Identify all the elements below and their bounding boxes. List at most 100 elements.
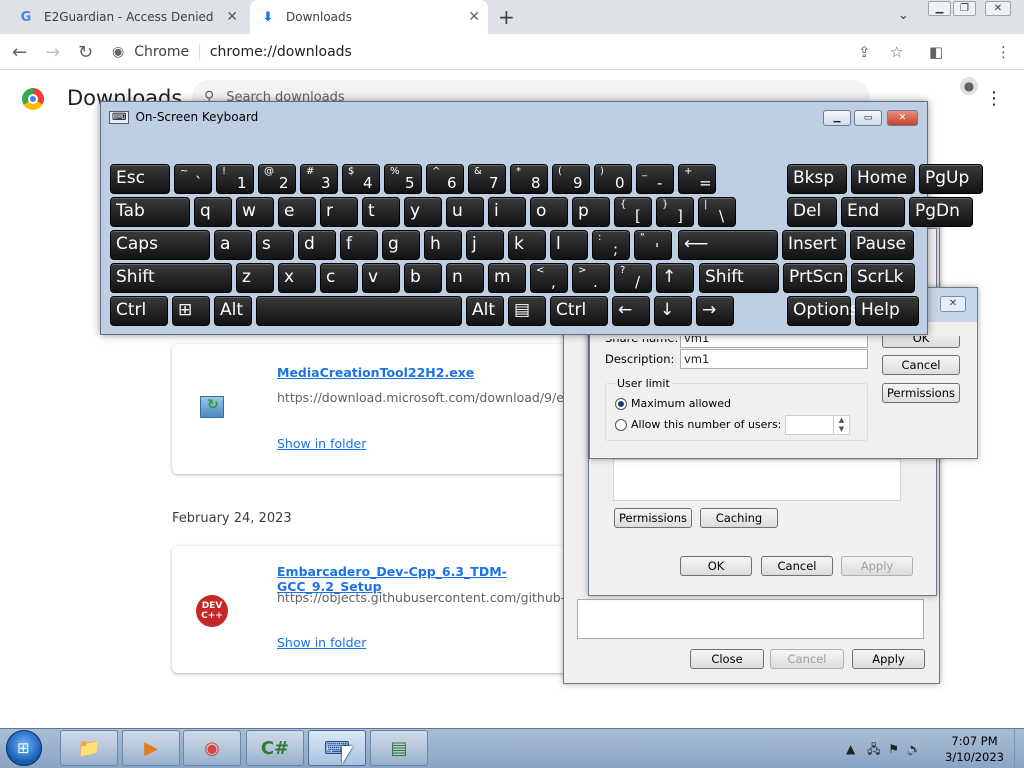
key-[interactable]: _ -: [636, 164, 674, 194]
key-[interactable]: " ': [634, 230, 672, 260]
key-8[interactable]: * 8: [510, 164, 548, 194]
key-4[interactable]: $4: [342, 164, 380, 194]
key-0[interactable]: ) 0: [594, 164, 632, 194]
key-[interactable]: ⟵: [678, 230, 778, 260]
key-i[interactable]: i: [488, 197, 526, 227]
key-3[interactable]: #3: [300, 164, 338, 194]
key-9[interactable]: (9: [552, 164, 590, 194]
show-in-folder-link[interactable]: Show in folder: [277, 436, 366, 451]
osk-minimize-button[interactable]: ▁: [823, 110, 851, 126]
cancel-button[interactable]: Cancel: [882, 355, 960, 375]
key-ctrl[interactable]: Ctrl: [110, 296, 168, 326]
key-[interactable]: ⊞: [172, 296, 210, 326]
key-o[interactable]: o: [530, 197, 568, 227]
key-[interactable]: ↑: [656, 263, 694, 293]
key-[interactable]: ←: [612, 296, 650, 326]
key-2[interactable]: @2: [258, 164, 296, 194]
key-m[interactable]: m: [488, 263, 526, 293]
key-j[interactable]: j: [466, 230, 504, 260]
key-p[interactable]: p: [572, 197, 610, 227]
key-c[interactable]: c: [320, 263, 358, 293]
close-window-button[interactable]: ✕: [985, 1, 1011, 16]
key-s[interactable]: s: [256, 230, 294, 260]
page-menu-icon[interactable]: ⋮: [985, 88, 1003, 109]
taskbar-app-chrome[interactable]: ◉: [183, 730, 241, 766]
key-prtscn[interactable]: PrtScn: [783, 263, 847, 293]
key-space[interactable]: [256, 296, 462, 326]
profile-avatar-icon[interactable]: ●: [960, 77, 978, 95]
key-options[interactable]: Options: [787, 296, 859, 326]
tab-search-chevron-icon[interactable]: ⌄: [898, 8, 909, 23]
key-[interactable]: >.: [572, 263, 610, 293]
key-g[interactable]: g: [382, 230, 420, 260]
key-[interactable]: }]: [656, 197, 694, 227]
key-z[interactable]: z: [236, 263, 274, 293]
taskbar-app-media-player[interactable]: ▶: [122, 730, 180, 766]
maximum-allowed-radio[interactable]: [615, 398, 627, 410]
close-tab-icon[interactable]: ✕: [468, 9, 480, 25]
key-esc[interactable]: Esc: [110, 164, 170, 194]
key-b[interactable]: b: [404, 263, 442, 293]
taskbar-app-task-manager[interactable]: ▤: [370, 730, 428, 766]
volume-icon[interactable]: 🔊: [907, 742, 922, 756]
key-h[interactable]: h: [424, 230, 462, 260]
forward-arrow-icon[interactable]: →: [45, 42, 60, 63]
key-alt[interactable]: Alt: [466, 296, 504, 326]
osk-restore-button[interactable]: ▭: [854, 110, 882, 126]
caching-button[interactable]: Caching: [700, 508, 778, 528]
apply-button[interactable]: Apply: [841, 556, 913, 576]
key-alt[interactable]: Alt: [214, 296, 252, 326]
network-icon[interactable]: 🖧: [867, 742, 880, 756]
osk-close-button[interactable]: ✕: [887, 110, 918, 126]
show-in-folder-link[interactable]: Show in folder: [277, 635, 366, 650]
key-shift[interactable]: Shift: [699, 263, 779, 293]
ok-button[interactable]: OK: [680, 556, 752, 576]
key-y[interactable]: y: [404, 197, 442, 227]
key-tab[interactable]: Tab: [110, 197, 190, 227]
action-center-flag-icon[interactable]: ⚑: [888, 742, 899, 756]
description-field[interactable]: vm1: [680, 349, 868, 369]
key-x[interactable]: x: [278, 263, 316, 293]
side-panel-icon[interactable]: ◧: [929, 43, 943, 61]
key-w[interactable]: w: [236, 197, 274, 227]
address-bar[interactable]: ◉ Chrome | chrome://downloads: [112, 38, 872, 66]
key-[interactable]: <,: [530, 263, 568, 293]
key-pause[interactable]: Pause: [850, 230, 914, 260]
key-[interactable]: →: [696, 296, 734, 326]
apply-button[interactable]: Apply: [852, 649, 925, 669]
key-l[interactable]: l: [550, 230, 588, 260]
key-end[interactable]: End: [841, 197, 905, 227]
key-[interactable]: ~ `: [174, 164, 212, 194]
taskbar-app-csharp[interactable]: C#: [246, 730, 304, 766]
key-scrlk[interactable]: ScrLk: [851, 263, 915, 293]
key-ctrl[interactable]: Ctrl: [550, 296, 608, 326]
key-[interactable]: {[: [614, 197, 652, 227]
key-bksp[interactable]: Bksp: [787, 164, 847, 194]
key-insert[interactable]: Insert: [782, 230, 846, 260]
share-icon[interactable]: ⇪: [858, 43, 871, 61]
key-pgdn[interactable]: PgDn: [909, 197, 973, 227]
minimize-button[interactable]: ▁: [928, 1, 951, 16]
permissions-button[interactable]: Permissions: [614, 508, 692, 528]
key-d[interactable]: d: [298, 230, 336, 260]
show-desktop-button[interactable]: [1014, 729, 1024, 768]
key-[interactable]: :;: [592, 230, 630, 260]
key-k[interactable]: k: [508, 230, 546, 260]
key-q[interactable]: q: [194, 197, 232, 227]
key-e[interactable]: e: [278, 197, 316, 227]
start-button[interactable]: ⊞: [6, 730, 42, 766]
clock[interactable]: 7:07 PM 3/10/2023: [945, 733, 1004, 765]
show-hidden-icons[interactable]: ▲: [846, 742, 855, 756]
cancel-button[interactable]: Cancel: [770, 649, 844, 669]
key-5[interactable]: % 5: [384, 164, 422, 194]
close-tab-icon[interactable]: ✕: [226, 9, 238, 25]
key-del[interactable]: Del: [787, 197, 837, 227]
key-help[interactable]: Help: [855, 296, 919, 326]
back-arrow-icon[interactable]: ←: [12, 42, 27, 63]
taskbar-app-osk[interactable]: ⌨: [308, 730, 366, 766]
key-7[interactable]: & 7: [468, 164, 506, 194]
key-u[interactable]: u: [446, 197, 484, 227]
key-n[interactable]: n: [446, 263, 484, 293]
key-v[interactable]: v: [362, 263, 400, 293]
key-t[interactable]: t: [362, 197, 400, 227]
